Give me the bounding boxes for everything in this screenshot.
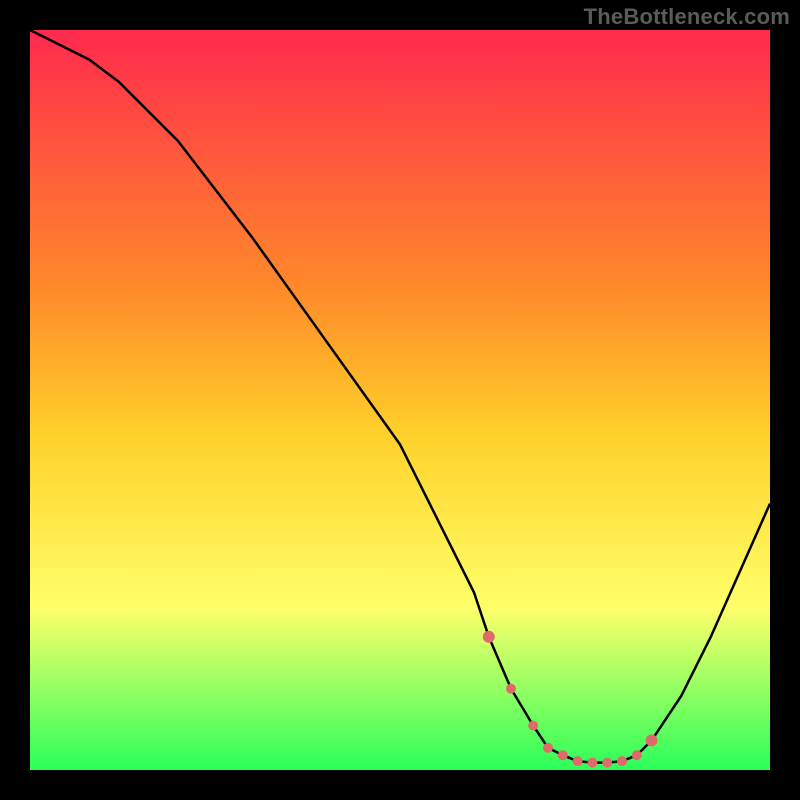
sweet-spot-marker (528, 721, 538, 731)
sweet-spot-marker (632, 750, 642, 760)
sweet-spot-marker (558, 750, 568, 760)
plot-area (30, 30, 770, 770)
sweet-spot-marker (646, 734, 658, 746)
chart-container: { "watermark": "TheBottleneck.com", "col… (0, 0, 800, 800)
sweet-spot-marker (543, 743, 553, 753)
watermark-text: TheBottleneck.com (584, 4, 790, 30)
sweet-spot-marker (617, 756, 627, 766)
sweet-spot-marker (483, 631, 495, 643)
sweet-spot-marker (587, 758, 597, 768)
sweet-spot-marker (506, 684, 516, 694)
bottleneck-chart (0, 0, 800, 800)
sweet-spot-marker (602, 758, 612, 768)
sweet-spot-marker (573, 756, 583, 766)
